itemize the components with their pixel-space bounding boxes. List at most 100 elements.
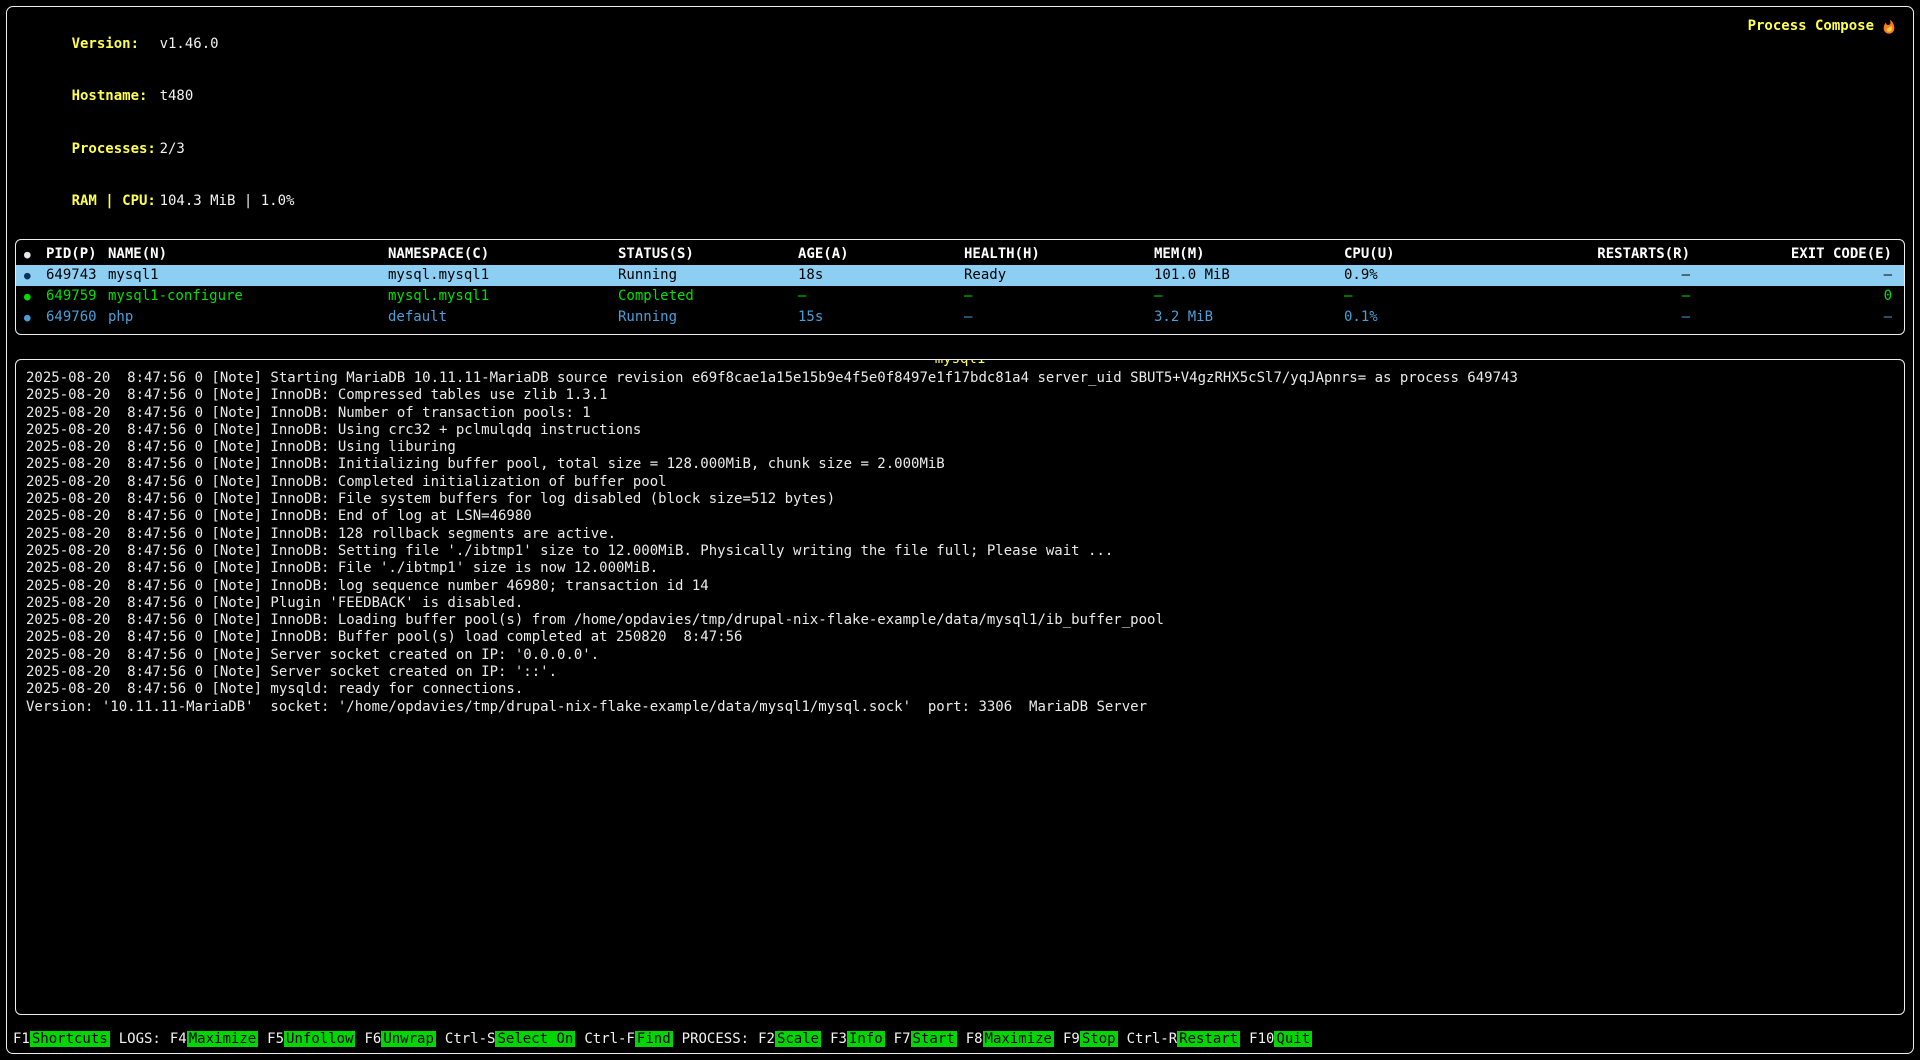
app-title: Process Compose (1748, 18, 1897, 36)
cell-name: mysql1-configure (108, 286, 388, 307)
hostname-value: t480 (160, 88, 194, 104)
log-line: 2025-08-20 8:47:56 0 [Note] Plugin 'FEED… (26, 595, 1894, 612)
log-line: 2025-08-20 8:47:56 0 [Note] InnoDB: Comp… (26, 387, 1894, 404)
footer-key-label: F8 (966, 1031, 983, 1047)
footer-shortcut[interactable]: F10 Quit (1249, 1031, 1312, 1047)
process-row-mysql1-configure[interactable]: ● 649759 mysql1-configure mysql.mysql1 C… (16, 286, 1904, 307)
col-cpu: CPU(U) (1344, 244, 1530, 265)
cell-status: Running (618, 265, 798, 286)
footer-shortcut[interactable]: Ctrl-S Select On (445, 1031, 575, 1047)
cell-exit-code: – (1690, 307, 1892, 328)
cell-exit-code: 0 (1690, 286, 1892, 307)
version-line: Version:v1.46.0 (21, 18, 1899, 71)
footer-action-button[interactable]: Maximize (983, 1031, 1054, 1047)
status-dot-icon: ● (24, 265, 46, 286)
log-line: Version: '10.11.11-MariaDB' socket: '/ho… (26, 699, 1894, 716)
col-restarts: RESTARTS(R) (1530, 244, 1690, 265)
cell-mem: 3.2 MiB (1154, 307, 1344, 328)
footer-shortcut[interactable]: Ctrl-R Restart (1127, 1031, 1241, 1047)
col-exit-code: EXIT CODE(E) (1690, 244, 1892, 265)
footer-key-label: Ctrl-F (584, 1031, 635, 1047)
process-row-php[interactable]: ● 649760 php default Running 15s – 3.2 M… (16, 307, 1904, 328)
footer-key-label: F3 (830, 1031, 847, 1047)
app-title-text: Process Compose (1748, 18, 1874, 36)
log-line: 2025-08-20 8:47:56 0 [Note] InnoDB: End … (26, 508, 1894, 525)
footer-shortcut[interactable]: F5 Unfollow (267, 1031, 355, 1047)
footer-action-button[interactable]: Start (911, 1031, 957, 1047)
footer-shortcut[interactable]: F6 Unwrap (364, 1031, 435, 1047)
hostname-label: Hostname: (72, 88, 160, 106)
footer-action-button[interactable]: Info (847, 1031, 885, 1047)
footer-action-button[interactable]: Select On (495, 1031, 575, 1047)
ram-cpu-label: RAM | CPU: (72, 193, 160, 211)
log-line: 2025-08-20 8:47:56 0 [Note] InnoDB: Numb… (26, 405, 1894, 422)
shortcut-bar: F1 Shortcuts LOGS: F4 Maximize F5 Unfoll… (7, 1027, 1913, 1053)
log-line: 2025-08-20 8:47:56 0 [Note] InnoDB: Comp… (26, 474, 1894, 491)
footer-action-button[interactable]: Unfollow (284, 1031, 355, 1047)
cell-name: php (108, 307, 388, 328)
footer-shortcut[interactable]: PROCESS: F2 Scale (682, 1031, 821, 1047)
log-line: 2025-08-20 8:47:56 0 [Note] InnoDB: Sett… (26, 543, 1894, 560)
processes-value: 2/3 (160, 141, 185, 157)
app-header: Version:v1.46.0 Hostname:t480 Processes:… (7, 7, 1913, 237)
log-line: 2025-08-20 8:47:56 0 [Note] InnoDB: Load… (26, 612, 1894, 629)
log-line: 2025-08-20 8:47:56 0 [Note] InnoDB: Usin… (26, 439, 1894, 456)
version-label: Version: (72, 36, 160, 54)
footer-shortcut[interactable]: F7 Start (894, 1031, 957, 1047)
footer-key-label: F7 (894, 1031, 911, 1047)
footer-shortcut[interactable]: LOGS: F4 Maximize (119, 1031, 258, 1047)
cell-namespace: mysql.mysql1 (388, 286, 618, 307)
cell-restarts: – (1530, 307, 1690, 328)
footer-action-button[interactable]: Quit (1274, 1031, 1312, 1047)
log-line: 2025-08-20 8:47:56 0 [Note] Server socke… (26, 647, 1894, 664)
process-row-mysql1[interactable]: ● 649743 mysql1 mysql.mysql1 Running 18s… (16, 265, 1904, 286)
ram-cpu-line: RAM | CPU:104.3 MiB | 1.0% (21, 176, 1899, 229)
footer-key-label: F10 (1249, 1031, 1274, 1047)
hostname-line: Hostname:t480 (21, 71, 1899, 124)
footer-shortcut[interactable]: F1 Shortcuts (13, 1031, 110, 1047)
processes-label: Processes: (72, 141, 160, 159)
footer-shortcut[interactable]: F3 Info (830, 1031, 885, 1047)
cell-name: mysql1 (108, 265, 388, 286)
footer-shortcut[interactable]: Ctrl-F Find (584, 1031, 672, 1047)
log-line: 2025-08-20 8:47:56 0 [Note] InnoDB: Buff… (26, 629, 1894, 646)
footer-key-label: F6 (364, 1031, 381, 1047)
cell-age: 18s (798, 265, 964, 286)
cell-status: Completed (618, 286, 798, 307)
log-line: 2025-08-20 8:47:56 0 [Note] InnoDB: Init… (26, 456, 1894, 473)
log-line: 2025-08-20 8:47:56 0 [Note] InnoDB: 128 … (26, 526, 1894, 543)
col-status: STATUS(S) (618, 244, 798, 265)
footer-action-button[interactable]: Restart (1177, 1031, 1240, 1047)
header-dot-icon: ● (24, 244, 46, 265)
footer-key-label: Ctrl-S (445, 1031, 496, 1047)
footer-action-button[interactable]: Unwrap (381, 1031, 436, 1047)
footer-action-button[interactable]: Find (635, 1031, 673, 1047)
footer-shortcut[interactable]: F9 Stop (1063, 1031, 1118, 1047)
ram-cpu-value: 104.3 MiB | 1.0% (160, 193, 295, 209)
status-dot-icon: ● (24, 307, 46, 328)
footer-action-button[interactable]: Scale (775, 1031, 821, 1047)
footer-key-label: F1 (13, 1031, 30, 1047)
footer-key-label: F5 (267, 1031, 284, 1047)
cell-cpu: 0.1% (1344, 307, 1530, 328)
cell-namespace: mysql.mysql1 (388, 265, 618, 286)
log-line: 2025-08-20 8:47:56 0 [Note] mysqld: read… (26, 681, 1894, 698)
footer-action-button[interactable]: Maximize (187, 1031, 258, 1047)
log-line: 2025-08-20 8:47:56 0 [Note] InnoDB: File… (26, 491, 1894, 508)
cell-pid: 649760 (46, 307, 108, 328)
col-name: NAME(N) (108, 244, 388, 265)
cell-age: – (798, 286, 964, 307)
log-output[interactable]: 2025-08-20 8:47:56 0 [Note] Starting Mar… (26, 370, 1894, 716)
log-line: 2025-08-20 8:47:56 0 [Note] Server socke… (26, 664, 1894, 681)
cell-health: – (964, 307, 1154, 328)
cell-namespace: default (388, 307, 618, 328)
log-line: 2025-08-20 8:47:56 0 [Note] InnoDB: Usin… (26, 422, 1894, 439)
log-panel-title: mysql1 (933, 359, 988, 367)
footer-action-button[interactable]: Stop (1080, 1031, 1118, 1047)
footer-shortcut[interactable]: F8 Maximize (966, 1031, 1054, 1047)
log-line: 2025-08-20 8:47:56 0 [Note] InnoDB: File… (26, 560, 1894, 577)
col-namespace: NAMESPACE(C) (388, 244, 618, 265)
status-dot-icon: ● (24, 286, 46, 307)
cell-restarts: – (1530, 265, 1690, 286)
footer-action-button[interactable]: Shortcuts (30, 1031, 110, 1047)
